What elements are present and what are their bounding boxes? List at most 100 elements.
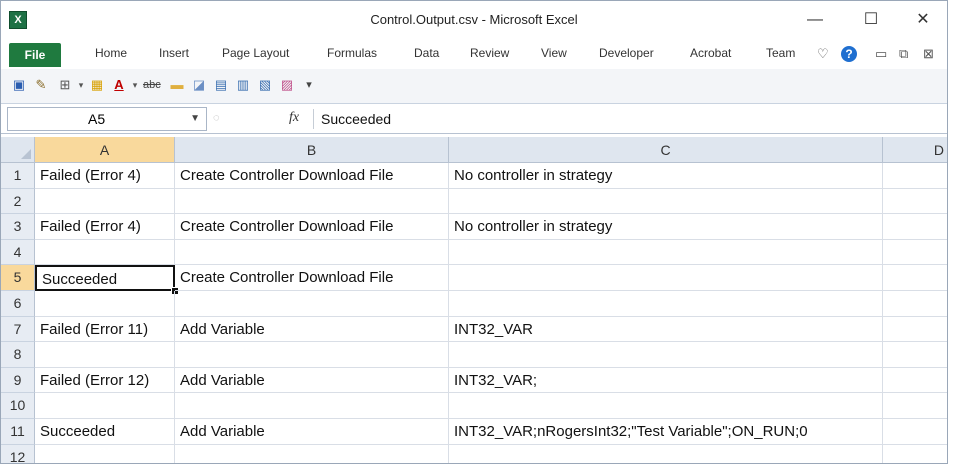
- format-painter-icon[interactable]: ✎: [33, 77, 49, 93]
- tab-formulas[interactable]: Formulas: [327, 46, 377, 60]
- table-cell[interactable]: [883, 189, 947, 215]
- table-cell[interactable]: [449, 239, 883, 266]
- row-header[interactable]: 2: [1, 188, 35, 215]
- save-icon[interactable]: ▣: [11, 77, 27, 93]
- row-header[interactable]: 12: [1, 444, 35, 463]
- chevron-down-icon[interactable]: ▼: [190, 108, 200, 130]
- tab-developer[interactable]: Developer: [599, 46, 654, 60]
- row-header[interactable]: 8: [1, 342, 35, 368]
- active-cell[interactable]: Succeeded: [35, 265, 175, 291]
- form-icon[interactable]: ▧: [257, 77, 273, 93]
- table-cell[interactable]: [175, 239, 449, 266]
- minimize-button[interactable]: —: [801, 9, 829, 31]
- table-cell[interactable]: [175, 188, 449, 215]
- tab-file[interactable]: File: [9, 43, 61, 67]
- table-cell[interactable]: No controller in strategy: [449, 163, 883, 189]
- table-cell[interactable]: Succeeded: [35, 419, 175, 445]
- table-cell[interactable]: INT32_VAR;nRogersInt32;"Test Variable";O…: [449, 419, 883, 445]
- tab-review[interactable]: Review: [470, 46, 509, 60]
- table-cell[interactable]: No controller in strategy: [449, 214, 883, 240]
- tab-team[interactable]: Team: [766, 46, 795, 60]
- table-cell[interactable]: [35, 393, 175, 419]
- tab-insert[interactable]: Insert: [159, 46, 189, 60]
- table-cell[interactable]: [35, 188, 175, 215]
- table-cell[interactable]: [449, 444, 883, 463]
- table-cell[interactable]: [35, 342, 175, 368]
- font-color-dropdown-icon[interactable]: ▾: [127, 77, 143, 93]
- column-header-c[interactable]: C: [449, 137, 883, 163]
- table-cell[interactable]: [35, 291, 175, 317]
- table-cell[interactable]: [175, 291, 449, 317]
- table-cell[interactable]: [883, 291, 947, 317]
- fill-color-icon[interactable]: ▦: [89, 77, 105, 93]
- table-cell[interactable]: INT32_VAR: [449, 316, 883, 343]
- customize-qat-icon[interactable]: ▾: [301, 77, 317, 93]
- borders-icon[interactable]: ⊞: [57, 77, 73, 93]
- row-header[interactable]: 5: [1, 265, 35, 291]
- formula-input[interactable]: Succeeded: [321, 107, 947, 131]
- ribbon-restore-icon[interactable]: ⧉: [899, 46, 908, 62]
- table-cell[interactable]: [449, 291, 883, 317]
- open-folder-icon[interactable]: ▬: [169, 77, 185, 93]
- table-cell[interactable]: [883, 445, 947, 463]
- column-header-b[interactable]: B: [175, 137, 449, 163]
- table-cell[interactable]: Add Variable: [175, 316, 449, 343]
- ribbon-close-icon[interactable]: ⊠: [923, 46, 934, 62]
- table-cell[interactable]: Failed (Error 11): [35, 316, 175, 343]
- row-header[interactable]: 1: [1, 163, 35, 189]
- borders-dropdown-icon[interactable]: ▾: [73, 77, 89, 93]
- table-cell[interactable]: Add Variable: [175, 367, 449, 394]
- table-cell[interactable]: [883, 214, 947, 240]
- strikethrough-icon[interactable]: abc: [143, 77, 161, 93]
- table-icon[interactable]: ▤: [213, 77, 229, 93]
- select-all-button[interactable]: [1, 137, 35, 163]
- row-header[interactable]: 4: [1, 239, 35, 266]
- ribbon-collapse-icon[interactable]: ♡: [817, 46, 829, 62]
- row-header[interactable]: 10: [1, 393, 35, 419]
- maximize-button[interactable]: ☐: [857, 9, 885, 31]
- name-box[interactable]: A5 ▼: [7, 107, 207, 131]
- row-header[interactable]: 6: [1, 291, 35, 317]
- tab-data[interactable]: Data: [414, 46, 439, 60]
- font-color-icon[interactable]: A: [111, 77, 127, 93]
- table-cell[interactable]: [883, 393, 947, 419]
- table-cell[interactable]: [883, 163, 947, 189]
- table-cell[interactable]: Failed (Error 12): [35, 367, 175, 394]
- table-cell[interactable]: [883, 265, 947, 291]
- row-header[interactable]: 7: [1, 316, 35, 343]
- table-cell[interactable]: Failed (Error 4): [35, 163, 175, 189]
- picture-icon[interactable]: ▨: [279, 77, 295, 93]
- table-cell[interactable]: [883, 368, 947, 394]
- table-cell[interactable]: [35, 239, 175, 266]
- tab-page-layout[interactable]: Page Layout: [222, 46, 289, 60]
- tab-acrobat[interactable]: Acrobat: [690, 46, 731, 60]
- row-header[interactable]: 9: [1, 367, 35, 394]
- ribbon-minimize-icon[interactable]: ▭: [875, 46, 887, 62]
- table-cell[interactable]: [449, 265, 883, 291]
- table-cell[interactable]: [175, 393, 449, 419]
- table-cell[interactable]: Create Controller Download File: [175, 265, 449, 291]
- tab-home[interactable]: Home: [95, 46, 127, 60]
- help-icon[interactable]: ?: [841, 46, 857, 62]
- table-cell[interactable]: [883, 342, 947, 368]
- column-header-a[interactable]: A: [35, 137, 175, 163]
- table-cell[interactable]: [883, 240, 947, 266]
- cancel-icon[interactable]: ◌: [213, 112, 220, 124]
- row-header[interactable]: 11: [1, 419, 35, 445]
- chart-icon[interactable]: ◪: [191, 77, 207, 93]
- table-cell[interactable]: [449, 342, 883, 368]
- insert-function-button[interactable]: fx: [289, 110, 299, 126]
- table-cell[interactable]: Add Variable: [175, 419, 449, 445]
- table-cell[interactable]: [175, 444, 449, 463]
- table-cell[interactable]: Create Controller Download File: [175, 163, 449, 189]
- table-cell[interactable]: Failed (Error 4): [35, 214, 175, 240]
- table-cell[interactable]: Create Controller Download File: [175, 214, 449, 240]
- row-header[interactable]: 3: [1, 214, 35, 240]
- column-header-d[interactable]: D: [883, 137, 947, 163]
- table-cell[interactable]: [175, 342, 449, 368]
- table-cell[interactable]: [449, 188, 883, 215]
- table-cell[interactable]: [883, 317, 947, 343]
- table-cell[interactable]: INT32_VAR;: [449, 367, 883, 394]
- pivot-icon[interactable]: ▥: [235, 77, 251, 93]
- table-cell[interactable]: [35, 444, 175, 463]
